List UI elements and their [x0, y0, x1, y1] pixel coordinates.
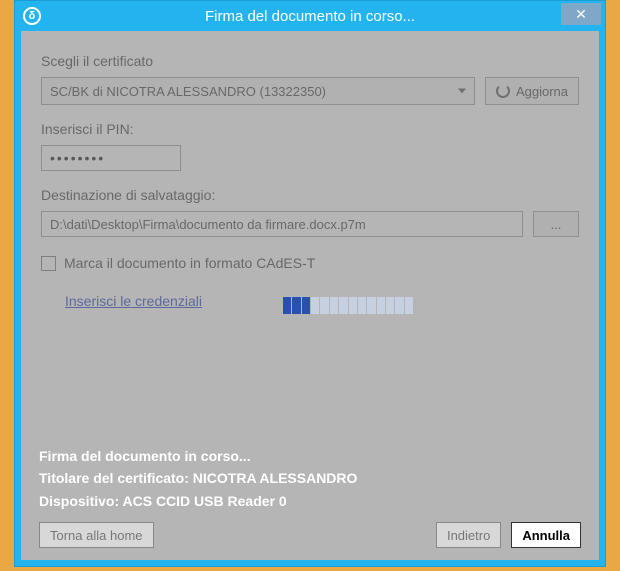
progress-segment	[311, 297, 319, 314]
progress-segment	[405, 297, 413, 314]
status-line-3: Dispositivo: ACS CCID USB Reader 0	[39, 490, 581, 512]
close-icon: ✕	[575, 6, 587, 23]
signing-form: Scegli il certificato SC/BK di NICOTRA A…	[41, 53, 579, 309]
chevron-down-icon	[458, 89, 466, 94]
app-icon: δ	[23, 7, 41, 25]
timestamp-label: Marca il documento in formato CAdES-T	[64, 255, 315, 271]
device-label: Dispositivo:	[39, 493, 123, 509]
progress-segment	[339, 297, 347, 314]
status-area: Firma del documento in corso... Titolare…	[39, 445, 581, 512]
progress-bar	[283, 297, 413, 314]
progress-segment	[320, 297, 328, 314]
pin-label: Inserisci il PIN:	[41, 121, 579, 137]
certificate-value: SC/BK di NICOTRA ALESSANDRO (13322350)	[50, 84, 326, 99]
cert-holder-label: Titolare del certificato:	[39, 470, 193, 486]
certificate-select[interactable]: SC/BK di NICOTRA ALESSANDRO (13322350)	[41, 77, 475, 105]
progress-segment	[395, 297, 403, 314]
destination-label: Destinazione di salvataggio:	[41, 187, 579, 203]
progress-segment	[292, 297, 300, 314]
progress-segment	[302, 297, 310, 314]
timestamp-checkbox[interactable]	[41, 256, 56, 271]
titlebar: δ Firma del documento in corso... ✕	[15, 1, 605, 31]
browse-button[interactable]: ...	[533, 211, 579, 237]
destination-input[interactable]	[41, 211, 523, 237]
client-area: Scegli il certificato SC/BK di NICOTRA A…	[21, 31, 599, 560]
refresh-icon	[496, 84, 510, 98]
progress-segment	[330, 297, 338, 314]
cancel-button[interactable]: Annulla	[511, 522, 581, 548]
button-bar: Torna alla home Indietro Annulla	[39, 522, 581, 548]
progress-segment	[349, 297, 357, 314]
timestamp-row: Marca il documento in formato CAdES-T	[41, 255, 579, 271]
back-button[interactable]: Indietro	[436, 522, 501, 548]
dialog-window: δ Firma del documento in corso... ✕ Sceg…	[14, 0, 606, 567]
device-value: ACS CCID USB Reader 0	[123, 493, 287, 509]
close-button[interactable]: ✕	[561, 3, 601, 25]
window-title: Firma del documento in corso...	[15, 8, 605, 25]
status-line-1: Firma del documento in corso...	[39, 445, 581, 467]
progress-segment	[283, 297, 291, 314]
home-button[interactable]: Torna alla home	[39, 522, 154, 548]
pin-input[interactable]	[41, 145, 181, 171]
status-line-2: Titolare del certificato: NICOTRA ALESSA…	[39, 467, 581, 489]
progress-segment	[358, 297, 366, 314]
refresh-label: Aggiorna	[516, 84, 568, 99]
certificate-label: Scegli il certificato	[41, 53, 579, 69]
refresh-button[interactable]: Aggiorna	[485, 77, 579, 105]
cert-holder-value: NICOTRA ALESSANDRO	[193, 470, 358, 486]
progress-segment	[377, 297, 385, 314]
progress-segment	[386, 297, 394, 314]
progress-segment	[367, 297, 375, 314]
